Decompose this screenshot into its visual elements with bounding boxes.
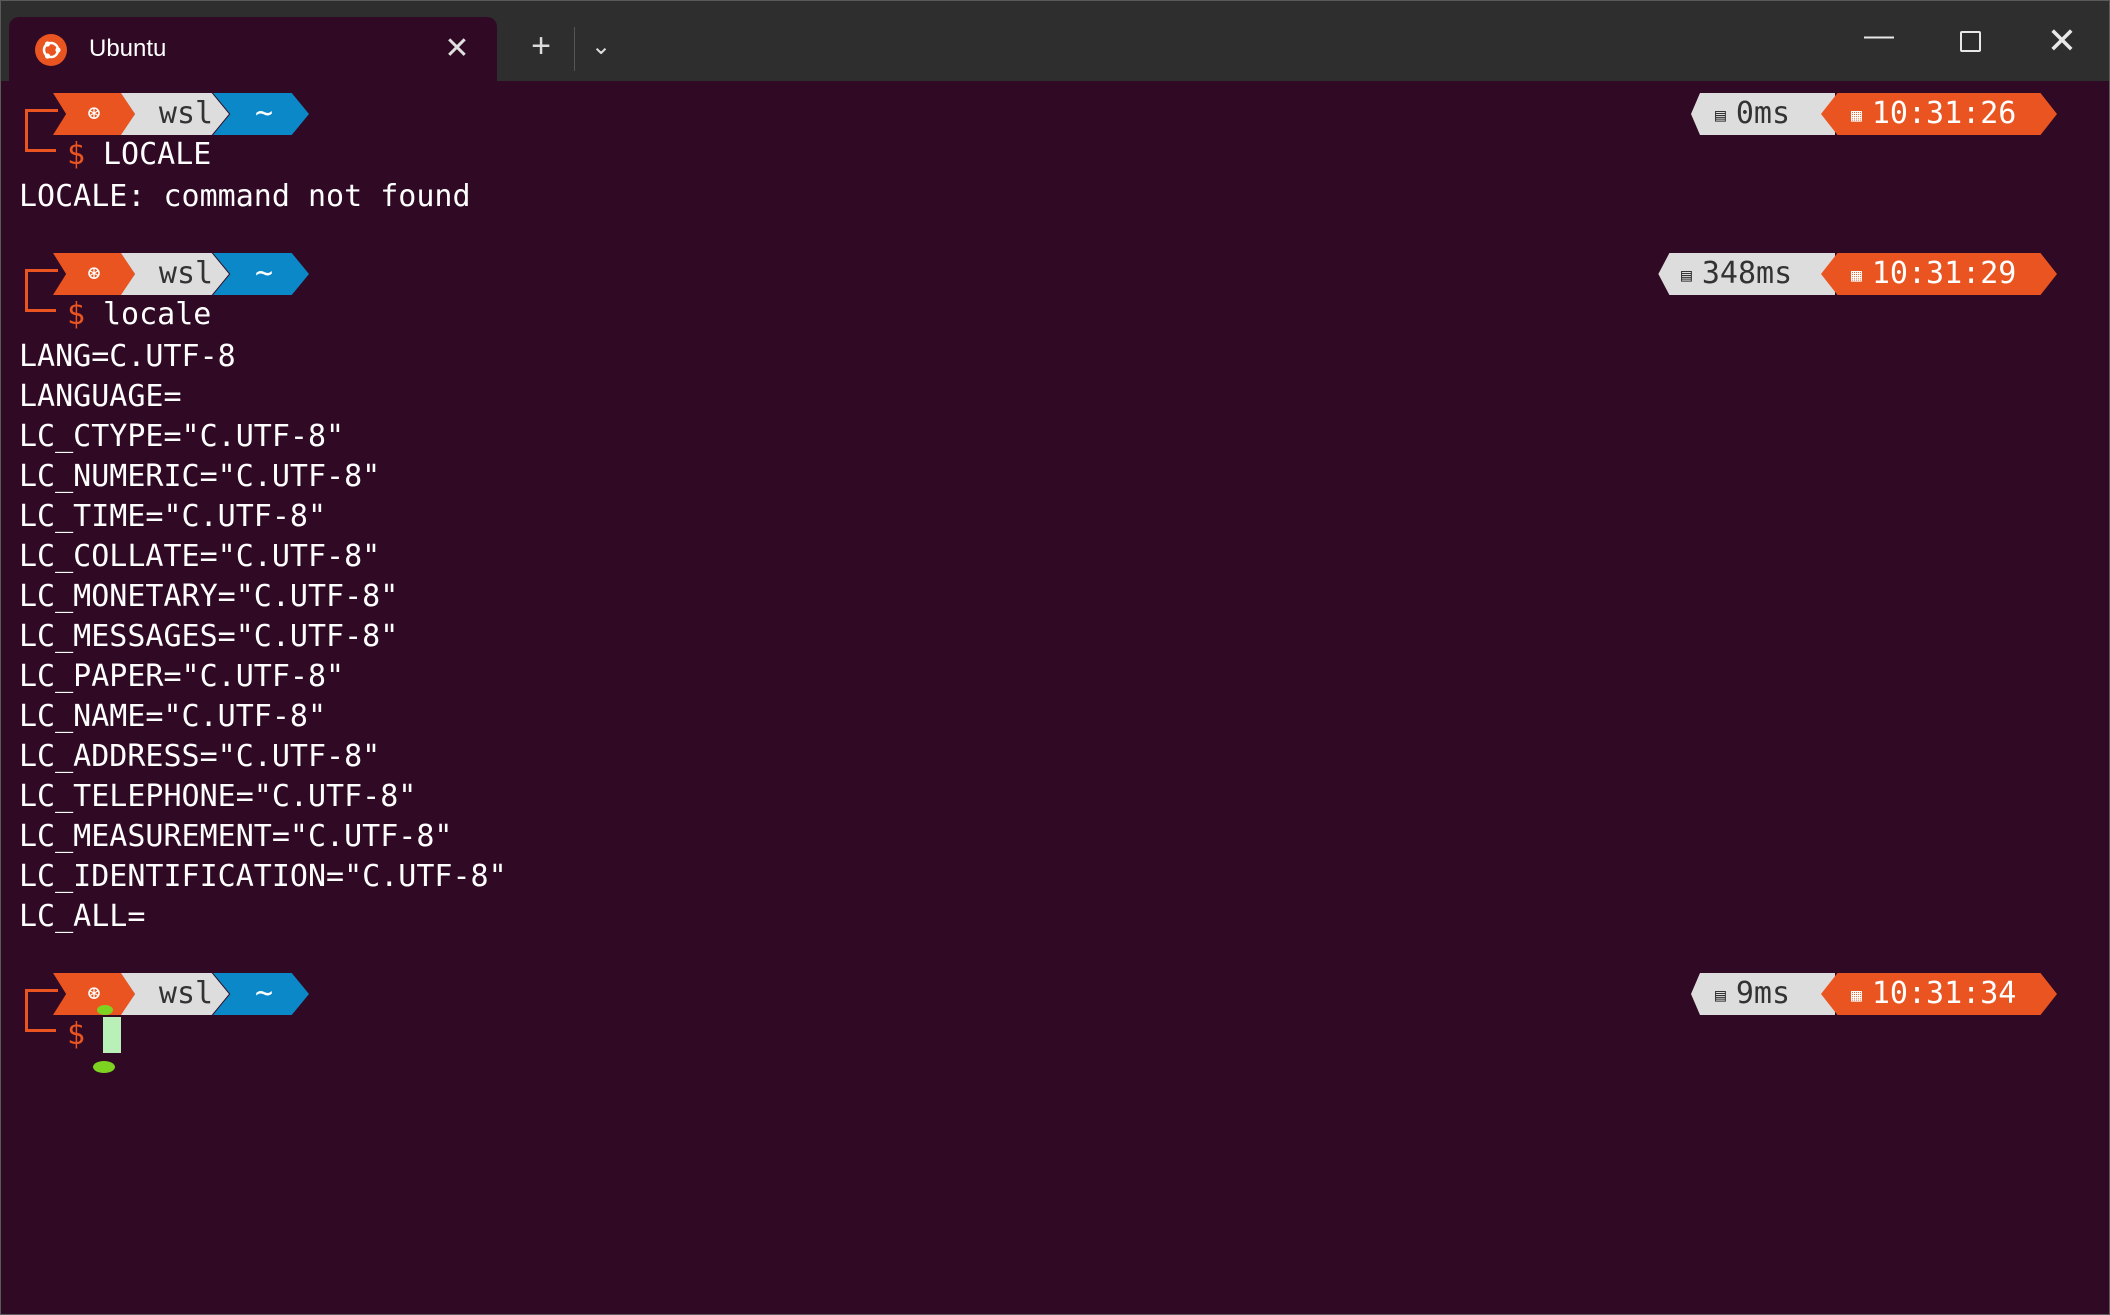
prompt-logo-segment: ⊛	[53, 973, 135, 1015]
output-line: LC_NUMERIC="C.UTF-8"	[19, 459, 381, 494]
terminal-content[interactable]: ⊛ wsl ~ $ LOCALE ▤ 0ms ▦ 10:31:26 LOCALE: …	[1, 81, 2109, 1314]
title-bar: Ubuntu ✕ + ⌄ — ✕	[1, 1, 2109, 81]
time-segment: ▦ 10:31:29	[1821, 253, 2057, 295]
output-line: LC_PAPER="C.UTF-8"	[19, 659, 345, 694]
new-tab-button[interactable]: +	[523, 29, 559, 65]
command-time: 10:31:26	[1871, 96, 2017, 131]
output-line: LC_TIME="C.UTF-8"	[19, 499, 327, 534]
output-line: LC_MESSAGES="C.UTF-8"	[19, 619, 399, 654]
output-line: LC_ALL=	[19, 899, 146, 934]
close-tab-icon[interactable]: ✕	[439, 31, 475, 67]
maximize-icon	[1959, 31, 1981, 52]
duration-segment: ▤ 348ms	[1658, 253, 1835, 295]
prompt-symbol: $	[67, 297, 86, 332]
command-time: 10:31:34	[1871, 976, 2017, 1011]
tab-ubuntu[interactable]: Ubuntu ✕	[9, 17, 497, 81]
command-duration: 0ms	[1735, 96, 1791, 131]
tab-title: Ubuntu	[89, 35, 167, 62]
text-cursor	[103, 1017, 121, 1053]
command-text: locale	[103, 297, 212, 332]
prompt-bracket-tail	[25, 295, 56, 312]
ubuntu-logo-icon	[35, 34, 67, 66]
command-text: LOCALE	[103, 137, 212, 172]
output-line: LC_TELEPHONE="C.UTF-8"	[19, 779, 417, 814]
prompt-logo-segment: ⊛	[53, 253, 135, 295]
calendar-icon: ▦	[1851, 105, 1862, 126]
tab-divider	[574, 27, 575, 71]
output-line: LC_NAME="C.UTF-8"	[19, 699, 327, 734]
minimize-button[interactable]: —	[1844, 11, 1914, 71]
stopwatch-icon: ▤	[1681, 265, 1692, 286]
cursor-indicator-bottom	[93, 1061, 115, 1073]
prompt-symbol: $	[67, 1017, 86, 1052]
maximize-button[interactable]	[1935, 11, 2005, 71]
close-window-button[interactable]: ✕	[2027, 11, 2097, 71]
duration-segment: ▤ 0ms	[1691, 93, 1835, 135]
calendar-icon: ▦	[1851, 985, 1862, 1006]
chevron-down-icon[interactable]: ⌄	[585, 31, 617, 63]
output-line: LC_COLLATE="C.UTF-8"	[19, 539, 381, 574]
duration-segment: ▤ 9ms	[1691, 973, 1835, 1015]
output-line: LC_ADDRESS="C.UTF-8"	[19, 739, 381, 774]
output-line: LC_MONETARY="C.UTF-8"	[19, 579, 399, 614]
calendar-icon: ▦	[1851, 265, 1862, 286]
prompt-host: wsl	[121, 253, 229, 295]
time-segment: ▦ 10:31:26	[1821, 93, 2057, 135]
stopwatch-icon: ▤	[1715, 985, 1726, 1006]
stopwatch-icon: ▤	[1715, 105, 1726, 126]
prompt-bracket-tail	[25, 1015, 56, 1032]
prompt-logo-segment: ⊛	[53, 93, 135, 135]
output-line: LANG=C.UTF-8	[19, 339, 236, 374]
cursor-indicator-top	[97, 1005, 113, 1015]
output-line: LANGUAGE=	[19, 379, 182, 414]
terminal-window: Ubuntu ✕ + ⌄ — ✕ ⊛ wsl ~ $ LOCALE ▤ 0ms ▦…	[0, 0, 2110, 1315]
command-duration: 9ms	[1735, 976, 1791, 1011]
prompt-host: wsl	[121, 973, 229, 1015]
prompt-symbol: $	[67, 137, 86, 172]
output-line: LOCALE: command not found	[19, 179, 471, 214]
command-duration: 348ms	[1701, 256, 1793, 291]
output-line: LC_CTYPE="C.UTF-8"	[19, 419, 345, 454]
time-segment: ▦ 10:31:34	[1821, 973, 2057, 1015]
output-line: LC_IDENTIFICATION="C.UTF-8"	[19, 859, 507, 894]
prompt-bracket-tail	[25, 135, 56, 152]
output-line: LC_MEASUREMENT="C.UTF-8"	[19, 819, 453, 854]
prompt-host: wsl	[121, 93, 229, 135]
command-time: 10:31:29	[1871, 256, 2017, 291]
